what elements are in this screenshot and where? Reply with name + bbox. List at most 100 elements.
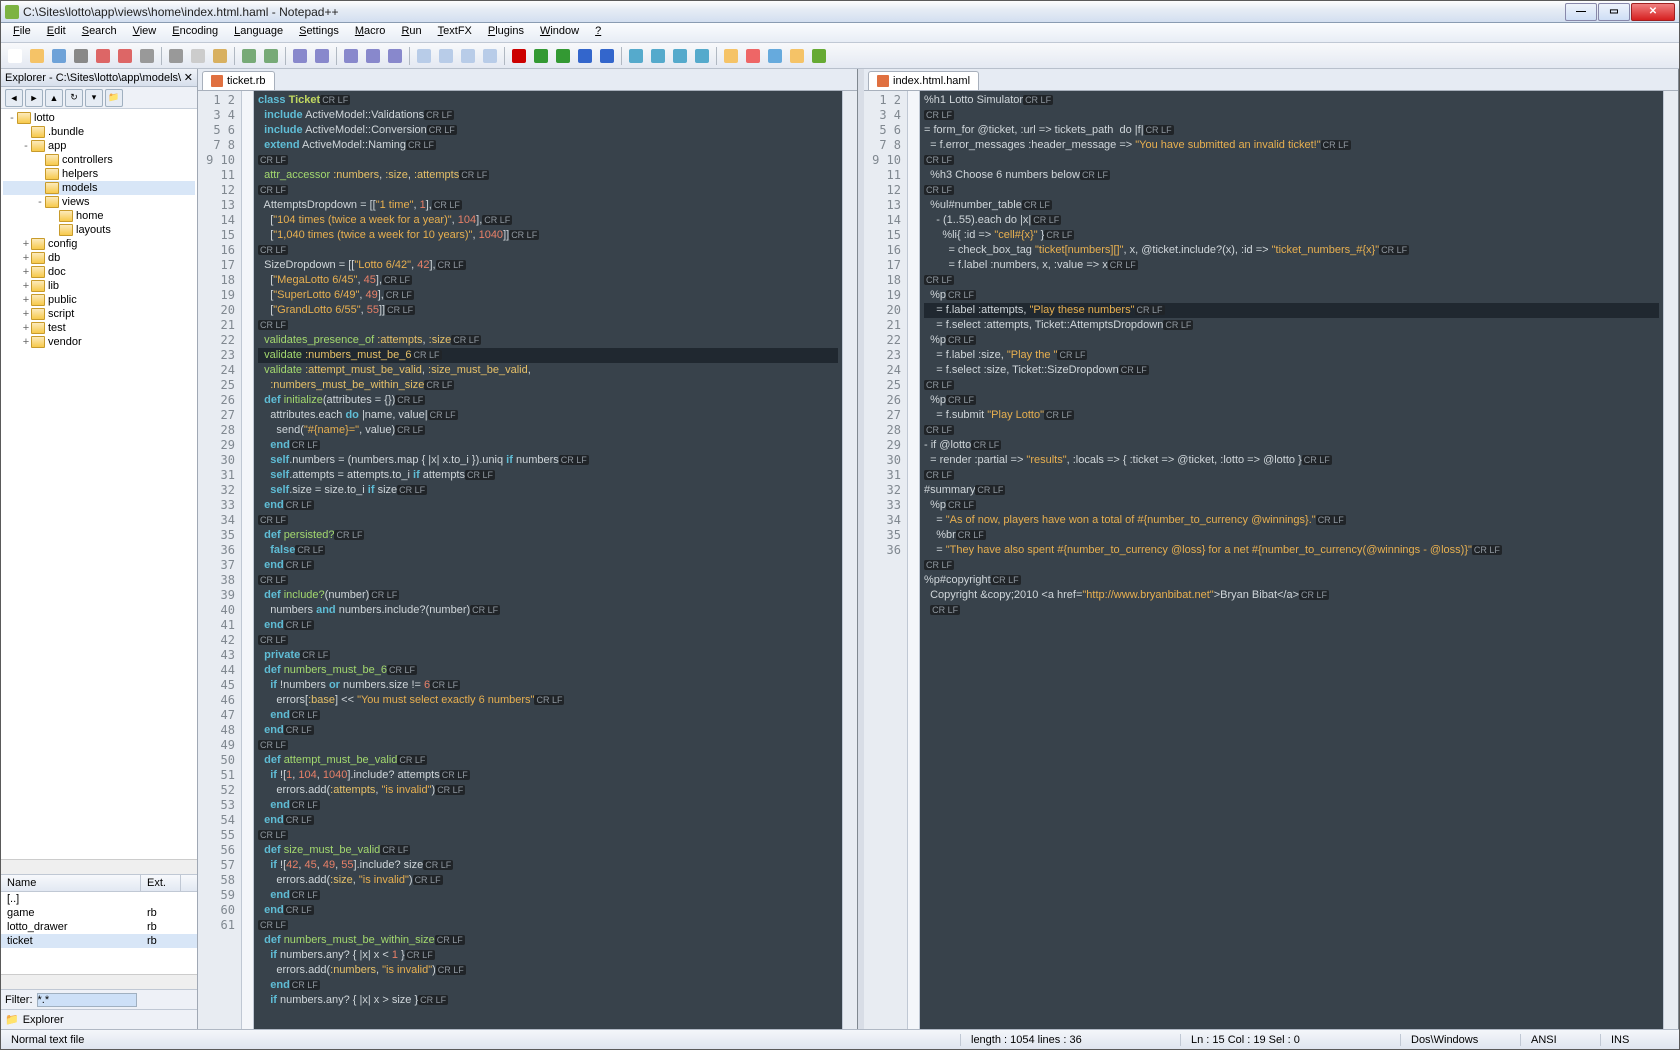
close-button[interactable]: ✕ [1631, 3, 1675, 21]
tree-item-script[interactable]: +script [3, 307, 195, 321]
menu-search[interactable]: Search [74, 23, 125, 42]
tree-item-app[interactable]: -app [3, 139, 195, 153]
col-name[interactable]: Name [1, 875, 141, 891]
tree-item-test[interactable]: +test [3, 321, 195, 335]
zoomin-button[interactable] [341, 46, 361, 66]
menu-macro[interactable]: Macro [347, 23, 394, 42]
indentguide-button[interactable] [670, 46, 690, 66]
window-title: C:\Sites\lotto\app\views\home\index.html… [23, 5, 1565, 19]
tree-hscrollbar[interactable] [1, 859, 197, 874]
menu-encoding[interactable]: Encoding [164, 23, 226, 42]
copy-button[interactable] [188, 46, 208, 66]
vscrollbar-right[interactable] [1663, 91, 1678, 1029]
undo-button[interactable] [239, 46, 259, 66]
find-button[interactable] [290, 46, 310, 66]
tree-item-lotto[interactable]: -lotto [3, 111, 195, 125]
replace-button[interactable] [312, 46, 332, 66]
settings-button[interactable] [721, 46, 741, 66]
tab-ticket-rb[interactable]: ticket.rb [202, 71, 275, 90]
editor-pane-left: ticket.rb 1 2 3 4 5 6 7 8 9 10 11 12 13 … [198, 69, 858, 1029]
tree-item-lib[interactable]: +lib [3, 279, 195, 293]
menu-view[interactable]: View [125, 23, 165, 42]
fav-dropdown[interactable]: ▾ [85, 89, 103, 107]
tab-index-haml[interactable]: index.html.haml [868, 71, 979, 90]
print-button[interactable] [137, 46, 157, 66]
cut-button[interactable] [166, 46, 186, 66]
print-icon [140, 49, 154, 63]
menu-?[interactable]: ? [587, 23, 609, 42]
fold-column-right[interactable] [908, 91, 920, 1029]
code-editor-right[interactable]: %h1 Lotto SimulatorCR LFCR LF= form_for … [920, 91, 1663, 1029]
file-list[interactable]: [..]gamerblotto_drawerrbticketrb [1, 892, 197, 974]
open-button[interactable] [27, 46, 47, 66]
folder-icon [17, 112, 31, 124]
fold-column-left[interactable] [242, 91, 254, 1029]
filter-input[interactable] [37, 993, 137, 1007]
file-row-ticket[interactable]: ticketrb [1, 934, 197, 948]
explorer-bottom-tab[interactable]: 📁 Explorer [1, 1009, 197, 1029]
play-button[interactable] [531, 46, 551, 66]
save-button[interactable] [49, 46, 69, 66]
fit-button[interactable] [385, 46, 405, 66]
rec-button[interactable] [509, 46, 529, 66]
code-editor-left[interactable]: class TicketCR LF include ActiveModel::V… [254, 91, 842, 1029]
tree-item-views[interactable]: -views [3, 195, 195, 209]
newfolder-button[interactable]: 📁 [105, 89, 123, 107]
closeall-button[interactable] [115, 46, 135, 66]
fold-button[interactable] [480, 46, 500, 66]
vscrollbar-left[interactable] [842, 91, 857, 1029]
menu-file[interactable]: File [5, 23, 39, 42]
menu-run[interactable]: Run [393, 23, 429, 42]
paste-button[interactable] [210, 46, 230, 66]
menu-window[interactable]: Window [532, 23, 587, 42]
autocomplete-button[interactable] [692, 46, 712, 66]
playfast-button[interactable] [553, 46, 573, 66]
showall-button[interactable] [436, 46, 456, 66]
doc-button[interactable] [787, 46, 807, 66]
file-row-game[interactable]: gamerb [1, 906, 197, 920]
explorer-close-icon[interactable]: ✕ [184, 71, 193, 84]
folder-tree[interactable]: -lotto.bundle-appcontrollershelpersmodel… [1, 109, 197, 859]
tree-item-doc[interactable]: +doc [3, 265, 195, 279]
spellcheck-button[interactable] [809, 46, 829, 66]
zoomout-button[interactable] [363, 46, 383, 66]
close-button[interactable] [93, 46, 113, 66]
indent-button[interactable] [458, 46, 478, 66]
tab-label: ticket.rb [227, 75, 266, 87]
menu-settings[interactable]: Settings [291, 23, 347, 42]
nav-up-button[interactable]: ▲ [45, 89, 63, 107]
tree-item-controllers[interactable]: controllers [3, 153, 195, 167]
sortdesc-button[interactable] [648, 46, 668, 66]
tree-item-helpers[interactable]: helpers [3, 167, 195, 181]
tree-item-config[interactable]: +config [3, 237, 195, 251]
refresh-button[interactable]: ↻ [65, 89, 83, 107]
tree-item-vendor[interactable]: +vendor [3, 335, 195, 349]
heart-button[interactable] [743, 46, 763, 66]
help-button[interactable] [765, 46, 785, 66]
maximize-button[interactable]: ▭ [1598, 3, 1630, 21]
tree-item-.bundle[interactable]: .bundle [3, 125, 195, 139]
filelist-hscrollbar[interactable] [1, 974, 197, 989]
tree-item-home[interactable]: home [3, 209, 195, 223]
menu-language[interactable]: Language [226, 23, 291, 42]
tree-item-db[interactable]: +db [3, 251, 195, 265]
stopall-button[interactable] [597, 46, 617, 66]
menu-textfx[interactable]: TextFX [430, 23, 480, 42]
sortasc-button[interactable] [626, 46, 646, 66]
tree-item-layouts[interactable]: layouts [3, 223, 195, 237]
minimize-button[interactable]: — [1565, 3, 1597, 21]
tree-item-models[interactable]: models [3, 181, 195, 195]
menu-plugins[interactable]: Plugins [480, 23, 532, 42]
wrap-button[interactable] [414, 46, 434, 66]
tree-item-public[interactable]: +public [3, 293, 195, 307]
col-ext[interactable]: Ext. [141, 875, 181, 891]
stop-button[interactable] [575, 46, 595, 66]
nav-back-button[interactable]: ◄ [5, 89, 23, 107]
saveall-button[interactable] [71, 46, 91, 66]
new-button[interactable] [5, 46, 25, 66]
nav-fwd-button[interactable]: ► [25, 89, 43, 107]
menu-edit[interactable]: Edit [39, 23, 74, 42]
file-row-lotto_drawer[interactable]: lotto_drawerrb [1, 920, 197, 934]
file-row-[..][interactable]: [..] [1, 892, 197, 906]
redo-button[interactable] [261, 46, 281, 66]
